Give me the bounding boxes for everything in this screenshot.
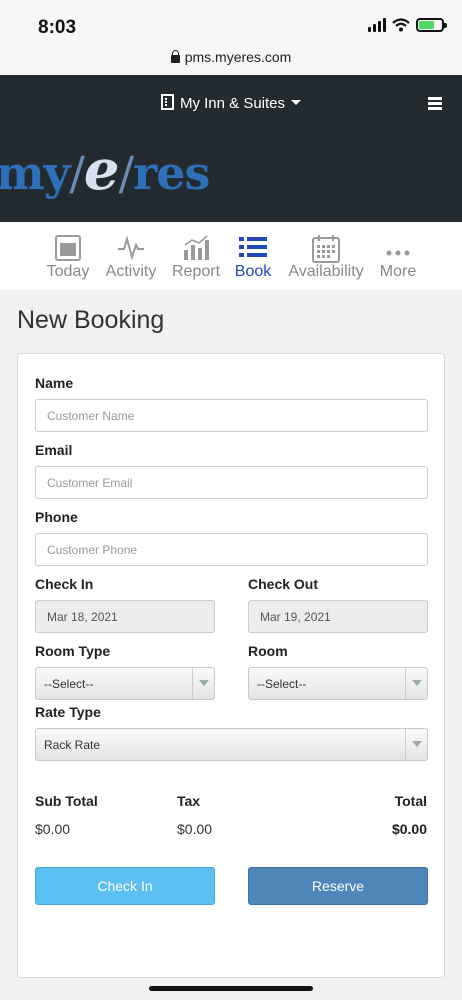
tab-book[interactable]: Book [232,222,274,290]
subtotal-value: $0.00 [35,821,71,837]
room-type-label: Room Type [35,643,111,659]
property-selector[interactable]: My Inn & Suites [0,94,462,112]
url-text: pms.myeres.com [184,49,292,65]
list-icon [239,237,267,257]
app-header: My Inn & Suites my/e/res [0,75,462,222]
room-select[interactable]: --Select-- [248,667,428,700]
tab-activity[interactable]: Activity [103,222,159,290]
system-icons [368,18,447,32]
check-in-button[interactable]: Check In [35,867,215,905]
pulse-icon [118,235,144,261]
tab-report[interactable]: Report [169,222,223,290]
status-time: 8:03 [38,17,77,38]
property-name: My Inn & Suites [179,95,286,112]
room-label: Room [248,643,288,659]
menu-icon[interactable] [428,97,442,112]
chevron-down-icon [405,729,427,760]
chevron-down-icon [192,668,214,699]
rate-type-label: Rate Type [35,704,101,720]
status-bar: 8:03 pms.myeres.com [0,0,462,75]
tax-label: Tax [177,793,201,809]
reserve-button[interactable]: Reserve [248,867,428,905]
tab-availability[interactable]: Availability [284,222,368,290]
building-icon [160,94,174,110]
customer-phone-input[interactable]: Customer Phone [35,533,428,566]
battery-icon [416,18,447,32]
check-out-label: Check Out [248,576,319,592]
customer-email-input[interactable]: Customer Email [35,466,428,499]
rate-type-select[interactable]: Rack Rate [35,728,428,761]
ellipsis-icon [386,250,410,256]
home-indicator [149,986,313,991]
chevron-down-icon [405,668,427,699]
caret-down-icon [291,100,302,105]
wifi-icon [392,18,410,32]
phone-label: Phone [35,509,78,525]
tab-bar: Today Activity Report Book Availability … [0,222,462,290]
subtotal-label: Sub Total [35,793,98,809]
page-title: New Booking [17,306,165,334]
check-in-label: Check In [35,576,94,592]
customer-name-input[interactable]: Customer Name [35,399,428,432]
email-label: Email [35,442,73,458]
tax-value: $0.00 [177,821,213,837]
name-label: Name [35,375,74,391]
total-label: Total [394,793,427,809]
lock-icon [170,50,180,63]
bar-chart-icon [184,235,209,260]
total-value: $0.00 [391,821,427,837]
address-bar[interactable]: pms.myeres.com [0,49,462,65]
signal-icon [368,18,386,32]
calendar-day-icon [55,235,81,261]
check-in-date-field[interactable]: Mar 18, 2021 [35,600,215,633]
room-type-select[interactable]: --Select-- [35,667,215,700]
calendar-grid-icon [312,235,340,263]
myeres-logo: my/e/res [0,137,210,203]
tab-more[interactable]: More [377,222,419,290]
booking-form: Name Customer Name Email Customer Email … [17,353,445,978]
check-out-date-field[interactable]: Mar 19, 2021 [248,600,428,633]
tab-today[interactable]: Today [42,222,94,290]
